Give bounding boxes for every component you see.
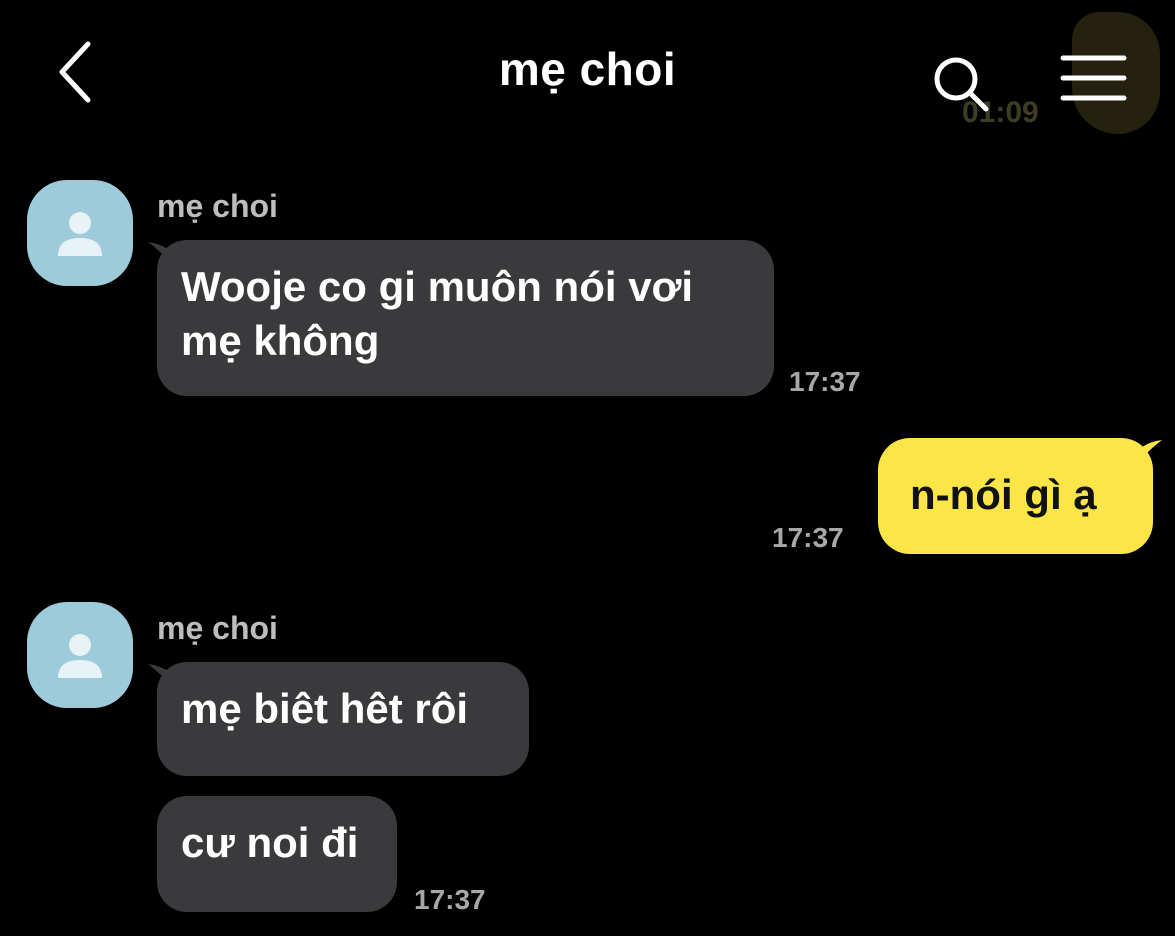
sender-name: mẹ choi [157, 610, 278, 646]
message-bubble[interactable]: Wooje co gi muôn nói vơi mẹ không [157, 240, 774, 396]
message-bubble[interactable]: cư noi đi [157, 796, 397, 912]
message-bubble[interactable]: n-nói gì ạ [878, 438, 1153, 554]
message-time: 17:37 [789, 366, 861, 397]
chat-title: mẹ choi [498, 43, 677, 95]
message-time: 17:37 [414, 884, 486, 915]
person-icon [58, 634, 102, 678]
hamburger-menu-icon [1060, 55, 1127, 101]
search-icon [934, 57, 989, 112]
sender-name: mẹ choi [157, 188, 278, 224]
sender-avatar[interactable] [27, 602, 133, 708]
message-time: 17:37 [772, 522, 844, 553]
search-button[interactable] [928, 50, 996, 118]
person-icon [58, 212, 102, 256]
menu-button[interactable] [1056, 48, 1134, 112]
sender-avatar[interactable] [27, 180, 133, 286]
message-bubble[interactable]: mẹ biêt hêt rôi [157, 662, 529, 776]
